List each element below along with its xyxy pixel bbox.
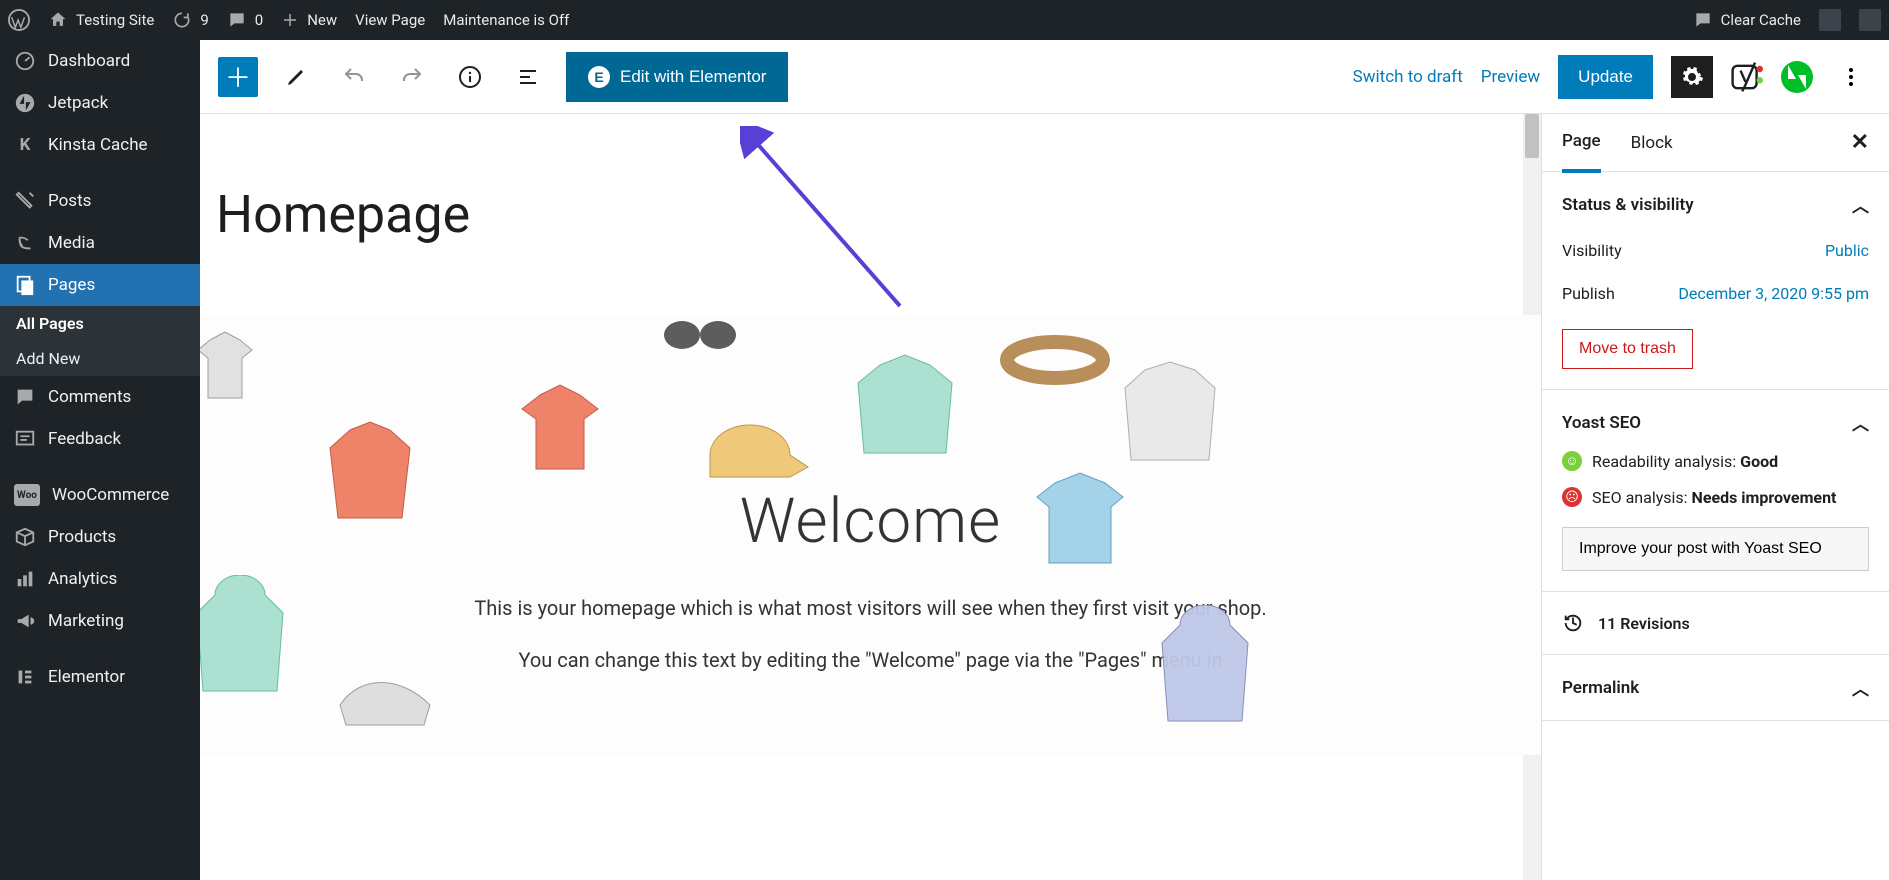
history-icon <box>1562 612 1584 634</box>
inspector-panel: Page Block ✕ Status & visibility ︿ Visib… <box>1541 114 1889 880</box>
sidebar-item-woocommerce[interactable]: Woo WooCommerce <box>0 474 200 516</box>
cap-icon <box>690 395 810 495</box>
hero-block[interactable]: Welcome This is your homepage which is w… <box>200 315 1541 755</box>
sidebar-item-marketing[interactable]: Marketing <box>0 600 200 642</box>
improve-yoast-button[interactable]: Improve your post with Yoast SEO <box>1562 527 1869 571</box>
sweater-icon <box>850 345 970 465</box>
switch-to-draft-link[interactable]: Switch to draft <box>1353 67 1463 87</box>
undo-button[interactable] <box>334 57 374 97</box>
site-link[interactable]: Testing Site <box>48 10 154 30</box>
seo-row: ☹ SEO analysis: Needs improvement <box>1562 487 1869 507</box>
polo-icon <box>1030 465 1140 585</box>
sidebar-item-kinsta[interactable]: K Kinsta Cache <box>0 124 200 166</box>
shoes-icon <box>330 655 440 735</box>
move-to-trash-button[interactable]: Move to trash <box>1562 329 1693 369</box>
admin-bar: Testing Site 9 0 New View Page Maintenan… <box>0 0 1889 40</box>
tab-page[interactable]: Page <box>1562 114 1601 173</box>
belt-icon <box>1000 315 1110 405</box>
sidebar-item-jetpack[interactable]: Jetpack <box>0 82 200 124</box>
site-name: Testing Site <box>76 11 154 29</box>
settings-toggle-button[interactable] <box>1671 56 1713 98</box>
editor: ＋ E Edit with Elementor Switch to draft … <box>200 40 1889 880</box>
editor-canvas[interactable]: Homepage <box>200 114 1541 880</box>
chevron-up-icon: ︿ <box>1852 410 1869 435</box>
sidebar-item-dashboard[interactable]: Dashboard <box>0 40 200 82</box>
hoodie-icon <box>200 575 295 705</box>
wp-logo-icon[interactable] <box>8 9 30 31</box>
info-button[interactable] <box>450 57 490 97</box>
hoodie2-icon <box>1150 605 1260 725</box>
smiley-good-icon: ☺ <box>1562 451 1582 471</box>
edit-mode-button[interactable] <box>276 57 316 97</box>
sidebar-item-elementor[interactable]: Elementor <box>0 656 200 698</box>
close-inspector-button[interactable]: ✕ <box>1851 130 1869 155</box>
more-options-button[interactable] <box>1831 57 1871 97</box>
view-page-link[interactable]: View Page <box>355 11 425 29</box>
adminbar-search[interactable] <box>1859 9 1881 31</box>
tshirt-sketch-icon <box>510 375 620 485</box>
publish-value-link[interactable]: December 3, 2020 9:55 pm <box>1678 284 1869 303</box>
elementor-icon: E <box>588 66 610 88</box>
revisions-row[interactable]: 11 Revisions <box>1562 612 1869 634</box>
visibility-value-link[interactable]: Public <box>1825 241 1869 260</box>
visibility-label: Visibility <box>1562 241 1622 260</box>
maintenance-link[interactable]: Maintenance is Off <box>443 11 569 29</box>
status-visibility-toggle[interactable]: Status & visibility ︿ <box>1562 192 1869 217</box>
page-title[interactable]: Homepage <box>200 114 1541 315</box>
publish-label: Publish <box>1562 284 1615 303</box>
jacket-sketch-icon <box>320 415 430 535</box>
updates-count: 9 <box>200 11 208 29</box>
tab-block[interactable]: Block <box>1631 115 1673 171</box>
sidebar-item-feedback[interactable]: Feedback <box>0 418 200 460</box>
clear-cache-link[interactable]: Clear Cache <box>1693 10 1801 30</box>
sidebar-item-analytics[interactable]: Analytics <box>0 558 200 600</box>
add-block-button[interactable]: ＋ <box>218 57 258 97</box>
sidebar-sub-add-new[interactable]: Add New <box>0 341 200 376</box>
sidebar-item-comments[interactable]: Comments <box>0 376 200 418</box>
chevron-up-icon: ︿ <box>1852 192 1869 217</box>
new-link[interactable]: New <box>281 11 337 29</box>
outline-button[interactable] <box>508 57 548 97</box>
readability-row: ☺ Readability analysis: Good <box>1562 451 1869 471</box>
sidebar-submenu-pages: All Pages Add New <box>0 306 200 376</box>
update-button[interactable]: Update <box>1558 55 1653 99</box>
chevron-up-icon: ︿ <box>1852 675 1869 700</box>
yoast-toggle[interactable]: Yoast SEO ︿ <box>1562 410 1869 435</box>
sunglasses-icon <box>660 315 740 360</box>
admin-sidebar: Dashboard Jetpack K Kinsta Cache Posts M… <box>0 40 200 880</box>
editor-toolbar: ＋ E Edit with Elementor Switch to draft … <box>200 40 1889 114</box>
preview-link[interactable]: Preview <box>1481 67 1540 87</box>
jetpack-icon[interactable] <box>1781 61 1813 93</box>
sidebar-item-media[interactable]: Media <box>0 222 200 264</box>
sidebar-item-pages[interactable]: Pages <box>0 264 200 306</box>
woo-icon: Woo <box>14 484 40 506</box>
comments-count: 0 <box>255 11 263 29</box>
user-avatar[interactable] <box>1819 9 1841 31</box>
smiley-bad-icon: ☹ <box>1562 487 1582 507</box>
jacket2-icon <box>1120 355 1230 475</box>
shirt-sketch-icon <box>200 325 280 415</box>
comments-link[interactable]: 0 <box>227 10 263 30</box>
redo-button[interactable] <box>392 57 432 97</box>
sidebar-sub-all-pages[interactable]: All Pages <box>0 306 200 341</box>
updates-link[interactable]: 9 <box>172 10 208 30</box>
permalink-toggle[interactable]: Permalink ︿ <box>1562 675 1869 700</box>
yoast-icon[interactable] <box>1731 61 1763 93</box>
sidebar-item-products[interactable]: Products <box>0 516 200 558</box>
sidebar-item-posts[interactable]: Posts <box>0 180 200 222</box>
edit-with-elementor-button[interactable]: E Edit with Elementor <box>566 52 788 102</box>
kinsta-icon: K <box>14 134 36 156</box>
